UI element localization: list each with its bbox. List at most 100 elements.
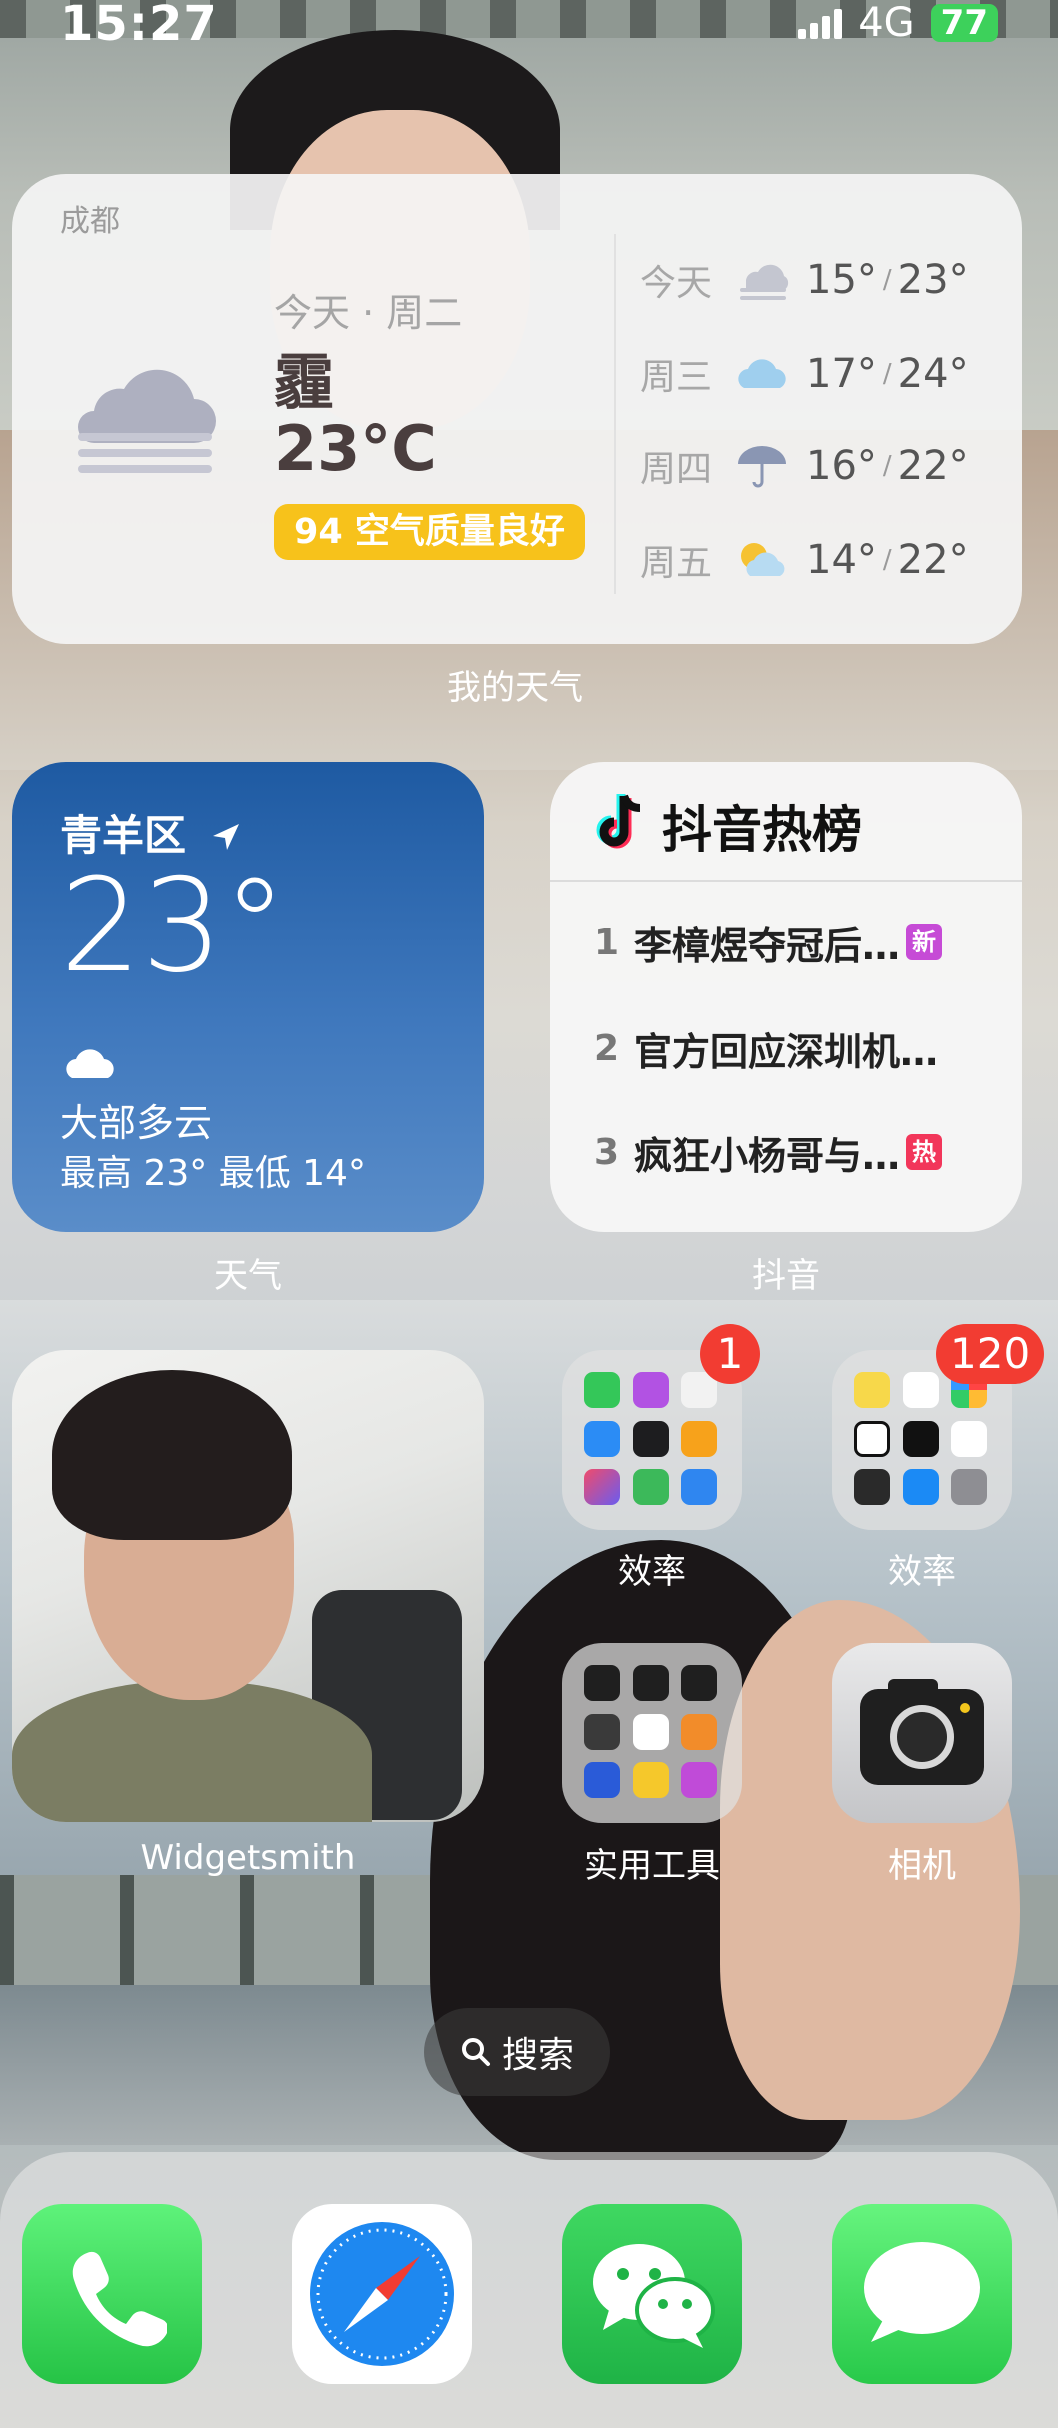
hot-topic-text: 官方回应深圳机… xyxy=(634,1029,939,1074)
forecast-row: 周四 16° / 22° xyxy=(640,436,1000,496)
messages-app[interactable] xyxy=(832,2204,1012,2384)
aqi-badge: 94 空气质量良好 xyxy=(274,504,585,560)
wechat-icon xyxy=(593,2244,715,2348)
location-arrow-icon xyxy=(212,824,239,850)
garageband-icon xyxy=(681,1713,718,1750)
forecast-low: 14° xyxy=(806,537,877,583)
forecast-high: 22° xyxy=(897,537,969,583)
signal-icon xyxy=(798,7,843,39)
douyin-widget[interactable]: 抖音热榜 1 李樟煜夺冠后… 新 2 官方回应深圳机… 3 疯狂小杨哥与… 热 xyxy=(550,762,1022,1232)
notification-badge: 1 xyxy=(700,1324,760,1384)
divider xyxy=(614,234,616,594)
hot-list-item[interactable]: 2 官方回应深圳机… xyxy=(594,1018,994,1078)
cloud-icon xyxy=(66,1049,114,1078)
shortcuts-icon xyxy=(584,1469,620,1506)
haze-icon xyxy=(78,369,216,473)
wechat-app[interactable] xyxy=(562,2204,742,2384)
search-label: 搜索 xyxy=(501,2035,574,2076)
apple-tv-icon xyxy=(902,1420,939,1457)
forecast-low: 17° xyxy=(806,351,877,397)
hot-list-item[interactable]: 1 李樟煜夺冠后… 新 xyxy=(594,912,994,972)
forecast-low: 15° xyxy=(806,257,877,303)
forecast-row: 今天 15° / 23° xyxy=(640,250,1000,310)
widget-label-weather: 天气 xyxy=(214,1256,282,1296)
rank-number: 1 xyxy=(594,921,620,963)
photo-shirt xyxy=(12,1680,372,1822)
find-my-icon xyxy=(632,1469,669,1506)
weather-high-low: 最高 23° 最低 14° xyxy=(60,1153,366,1194)
notes-icon xyxy=(854,1372,890,1408)
divider xyxy=(550,880,1022,882)
weather-widget-large[interactable]: 成都 今天 · 周二 霾 23°C 94 空气质量良好 今天 15° / 23°… xyxy=(12,174,1022,644)
forecast-separator: / xyxy=(882,545,892,575)
forecast-row: 周三 17° / 24° xyxy=(640,344,1000,404)
hot-topic-text: 李樟煜夺冠后… xyxy=(634,923,901,968)
weather-temperature: 23°C xyxy=(274,412,437,485)
widget-label-widgetsmith: Widgetsmith xyxy=(140,1838,356,1878)
folder-label: 效率 xyxy=(888,1552,956,1592)
weather-temperature: 23° xyxy=(60,852,287,1001)
forecast-low: 16° xyxy=(806,443,877,489)
forecast-day: 周三 xyxy=(640,357,713,398)
mail-icon xyxy=(584,1420,620,1457)
forecast-separator: / xyxy=(882,359,892,389)
folder-label: 实用工具 xyxy=(584,1846,720,1886)
phone-app[interactable] xyxy=(22,2204,202,2384)
status-time: 15:27 xyxy=(60,0,218,52)
translate-icon xyxy=(632,1420,669,1457)
photo-widget[interactable] xyxy=(12,1350,484,1822)
new-badge: 新 xyxy=(906,924,943,960)
search-icon xyxy=(461,2038,490,2066)
tips-icon xyxy=(632,1762,669,1799)
partly-sunny-icon xyxy=(741,543,785,576)
wallet-icon xyxy=(854,1469,890,1506)
measure-icon xyxy=(681,1665,718,1701)
folder-utilities[interactable] xyxy=(562,1643,742,1823)
safari-icon xyxy=(310,2222,454,2366)
status-indicators: 4G 77 xyxy=(798,0,998,46)
network-type: 4G xyxy=(858,0,915,46)
clock-icon xyxy=(854,1420,890,1457)
forecast-day: 周四 xyxy=(640,449,713,490)
forecast-day: 周五 xyxy=(640,543,713,584)
forecast-separator: / xyxy=(882,265,892,295)
forecast-high: 24° xyxy=(897,351,969,397)
widget-label-douyin: 抖音 xyxy=(752,1256,820,1296)
rank-number: 2 xyxy=(594,1027,620,1069)
weather-widget-small[interactable]: 青羊区 23° 大部多云 最高 23° 最低 14° xyxy=(12,762,484,1232)
messages-icon xyxy=(864,2242,980,2342)
voice-memos-icon xyxy=(584,1665,620,1701)
widget-label-my-weather: 我的天气 xyxy=(447,668,583,708)
app-label: 相机 xyxy=(888,1846,956,1886)
camera-app[interactable] xyxy=(832,1643,1012,1823)
phone-icon xyxy=(72,2251,167,2347)
douyin-title: 抖音热榜 xyxy=(662,801,862,859)
forecast-day: 今天 xyxy=(640,263,713,304)
cloud-icon xyxy=(738,359,786,388)
safari-app[interactable] xyxy=(292,2204,472,2384)
haze-icon xyxy=(740,264,789,300)
home-icon xyxy=(681,1420,718,1457)
calendar-icon xyxy=(902,1372,939,1408)
app-store-icon xyxy=(902,1469,939,1506)
weather-condition: 霾 xyxy=(274,348,334,418)
compass-icon xyxy=(632,1665,669,1701)
camera-lens-icon xyxy=(890,1705,954,1769)
umbrella-icon xyxy=(738,446,786,488)
weather-city: 成都 xyxy=(60,204,120,239)
search-button[interactable]: 搜索 xyxy=(424,2008,610,2096)
camera-flash-dot xyxy=(960,1703,970,1713)
forecast-high: 22° xyxy=(897,443,969,489)
forecast-separator: / xyxy=(882,451,892,481)
forecast-row: 周五 14° / 22° xyxy=(640,530,1000,590)
files-icon xyxy=(681,1469,718,1506)
numbers-icon xyxy=(632,1713,669,1750)
hot-list-item[interactable]: 3 疯狂小杨哥与… 热 xyxy=(594,1122,994,1182)
facetime-icon xyxy=(584,1372,620,1408)
hot-topic-text: 疯狂小杨哥与… xyxy=(634,1133,901,1178)
battery-indicator: 77 xyxy=(930,4,998,42)
settings-icon xyxy=(951,1469,988,1506)
rank-number: 3 xyxy=(594,1131,620,1173)
notification-badge: 120 xyxy=(936,1324,1045,1384)
weather-condition: 大部多云 xyxy=(60,1101,213,1145)
